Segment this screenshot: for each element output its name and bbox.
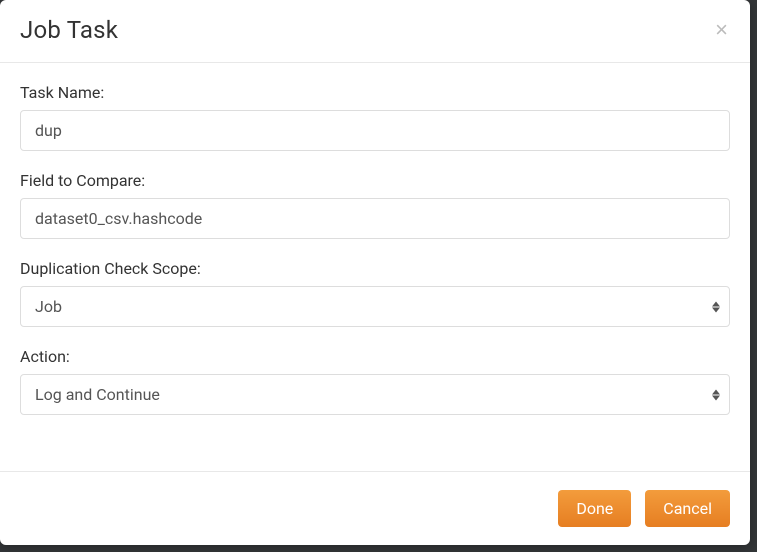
action-group: Action: Log and Continue: [20, 347, 730, 415]
done-button[interactable]: Done: [558, 490, 631, 527]
action-label: Action:: [20, 347, 730, 366]
modal-footer: Done Cancel: [0, 471, 750, 545]
close-icon: ×: [715, 17, 728, 42]
close-button[interactable]: ×: [713, 19, 730, 41]
action-select-wrapper: Log and Continue: [20, 374, 730, 415]
field-to-compare-label: Field to Compare:: [20, 171, 730, 190]
cancel-button[interactable]: Cancel: [645, 490, 730, 527]
task-name-input[interactable]: [20, 110, 730, 151]
field-to-compare-input[interactable]: [20, 198, 730, 239]
modal-header: Job Task ×: [0, 0, 750, 63]
task-name-label: Task Name:: [20, 83, 730, 102]
duplication-check-scope-select[interactable]: Job: [20, 286, 730, 327]
duplication-check-scope-label: Duplication Check Scope:: [20, 259, 730, 278]
action-select[interactable]: Log and Continue: [20, 374, 730, 415]
job-task-modal: Job Task × Task Name: Field to Compare: …: [0, 0, 750, 545]
duplication-check-scope-select-wrapper: Job: [20, 286, 730, 327]
task-name-group: Task Name:: [20, 83, 730, 151]
duplication-check-scope-group: Duplication Check Scope: Job: [20, 259, 730, 327]
modal-body: Task Name: Field to Compare: Duplication…: [0, 63, 750, 471]
modal-title: Job Task: [20, 16, 118, 44]
field-to-compare-group: Field to Compare:: [20, 171, 730, 239]
